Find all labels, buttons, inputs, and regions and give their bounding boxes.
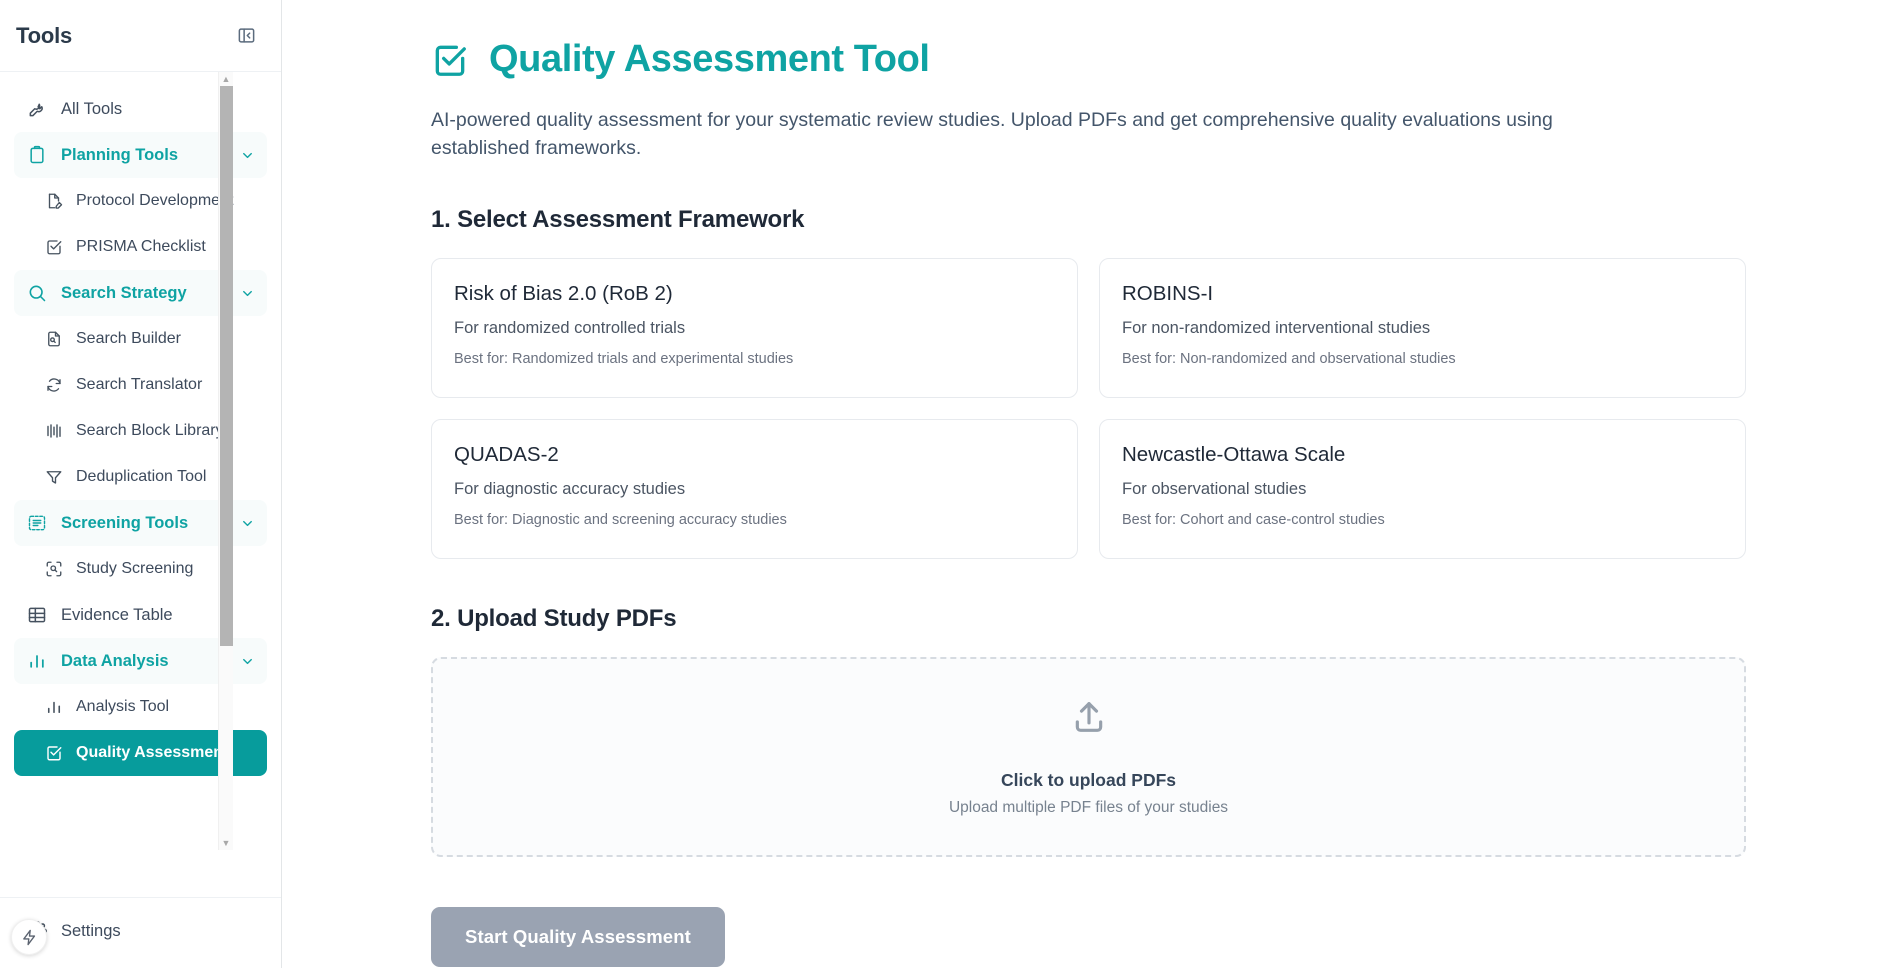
sidebar-group-label: Search Strategy [61, 284, 187, 303]
document-edit-icon [44, 192, 63, 211]
bar-chart-icon [26, 651, 47, 672]
framework-card-robins-i[interactable]: ROBINS-I For non-randomized intervention… [1099, 258, 1746, 398]
sidebar-header: Tools [0, 0, 281, 72]
checkbox-check-icon [44, 238, 63, 257]
sidebar-title: Tools [16, 23, 72, 49]
sidebar-group-label: Data Analysis [61, 652, 169, 671]
framework-best-for: Best for: Diagnostic and screening accur… [454, 512, 1055, 528]
framework-card-quadas-2[interactable]: QUADAS-2 For diagnostic accuracy studies… [431, 419, 1078, 559]
sidebar-item-label: Analysis Tool [76, 698, 169, 716]
framework-name: Newcastle-Ottawa Scale [1122, 443, 1723, 467]
scrollbar-thumb[interactable] [220, 86, 233, 646]
main-content: Quality Assessment Tool AI-powered quali… [282, 0, 1887, 968]
page-title: Quality Assessment Tool [431, 38, 1746, 81]
funnel-icon [44, 468, 63, 487]
framework-description: For randomized controlled trials [454, 319, 1055, 338]
sidebar-item-label: Search Builder [76, 330, 181, 348]
sidebar-item-label: PRISMA Checklist [76, 238, 206, 256]
panel-collapse-icon[interactable] [233, 23, 259, 49]
sidebar-item-label: Evidence Table [61, 606, 173, 625]
sidebar-item-label: Search Translator [76, 376, 202, 394]
framework-description: For diagnostic accuracy studies [454, 480, 1055, 499]
scan-search-icon [44, 560, 63, 579]
chevron-down-icon [240, 654, 255, 669]
upload-secondary-text: Upload multiple PDF files of your studie… [949, 799, 1228, 817]
page-subtitle: AI-powered quality assessment for your s… [431, 107, 1631, 162]
sidebar-group-label: Screening Tools [61, 514, 188, 533]
sidebar-item-label: Quality Assessment [76, 744, 228, 762]
bars-icon [44, 422, 63, 441]
sidebar-item-label: Study Screening [76, 560, 193, 578]
upload-primary-text: Click to upload PDFs [1001, 770, 1176, 791]
chevron-down-icon [240, 286, 255, 301]
magnifier-icon [26, 283, 47, 304]
framework-card-grid: Risk of Bias 2.0 (RoB 2) For randomized … [431, 258, 1746, 559]
clipboard-icon [26, 145, 47, 166]
framework-name: ROBINS-I [1122, 282, 1723, 306]
app-root: Tools All Tools [0, 0, 1887, 968]
framework-description: For non-randomized interventional studie… [1122, 319, 1723, 338]
framework-name: Risk of Bias 2.0 (RoB 2) [454, 282, 1055, 306]
checkbox-check-icon [431, 41, 469, 79]
sidebar-scrollbar[interactable]: ▲ ▼ [218, 72, 233, 850]
checkbox-check-icon [44, 744, 63, 763]
sidebar-item-label: Deduplication Tool [76, 468, 206, 486]
sidebar-item-label: Search Block Library [76, 422, 224, 440]
document-search-icon [44, 330, 63, 349]
wrench-icon [26, 99, 47, 120]
sidebar: Tools All Tools [0, 0, 282, 968]
framework-best-for: Best for: Cohort and case-control studie… [1122, 512, 1723, 528]
sidebar-nav-list: All Tools Planning Tools [0, 86, 281, 776]
sidebar-item-label: Protocol Development [76, 192, 233, 210]
framework-best-for: Best for: Non-randomized and observation… [1122, 351, 1723, 367]
sidebar-item-label: All Tools [61, 100, 122, 119]
bar-chart-icon [44, 698, 63, 717]
framework-name: QUADAS-2 [454, 443, 1055, 467]
framework-description: For observational studies [1122, 480, 1723, 499]
page-title-text: Quality Assessment Tool [489, 38, 930, 81]
table-icon [26, 605, 47, 626]
framework-card-rob2[interactable]: Risk of Bias 2.0 (RoB 2) For randomized … [431, 258, 1078, 398]
start-quality-assessment-button[interactable]: Start Quality Assessment [431, 907, 725, 967]
upload-icon [1069, 697, 1109, 742]
chevron-down-icon [240, 516, 255, 531]
framework-best-for: Best for: Randomized trials and experime… [454, 351, 1055, 367]
upload-section-heading: 2. Upload Study PDFs [431, 605, 1746, 633]
scroll-up-arrow-icon[interactable]: ▲ [222, 72, 231, 86]
sidebar-item-label: Settings [61, 922, 121, 941]
framework-section-heading: 1. Select Assessment Framework [431, 206, 1746, 234]
list-dashed-icon [26, 513, 47, 534]
sidebar-item-settings[interactable]: Settings [14, 908, 267, 954]
page-scroll-rail [281, 0, 282, 968]
chevron-down-icon [240, 148, 255, 163]
refresh-icon [44, 376, 63, 395]
sidebar-nav-scroll-area: All Tools Planning Tools [0, 72, 281, 897]
framework-card-newcastle-ottawa[interactable]: Newcastle-Ottawa Scale For observational… [1099, 419, 1746, 559]
content-column: Quality Assessment Tool AI-powered quali… [431, 38, 1746, 967]
quick-action-fab[interactable] [11, 919, 47, 955]
sidebar-group-label: Planning Tools [61, 146, 178, 165]
scroll-down-arrow-icon[interactable]: ▼ [222, 836, 231, 850]
pdf-upload-dropzone[interactable]: Click to upload PDFs Upload multiple PDF… [431, 657, 1746, 857]
lightning-bolt-icon [21, 929, 38, 946]
